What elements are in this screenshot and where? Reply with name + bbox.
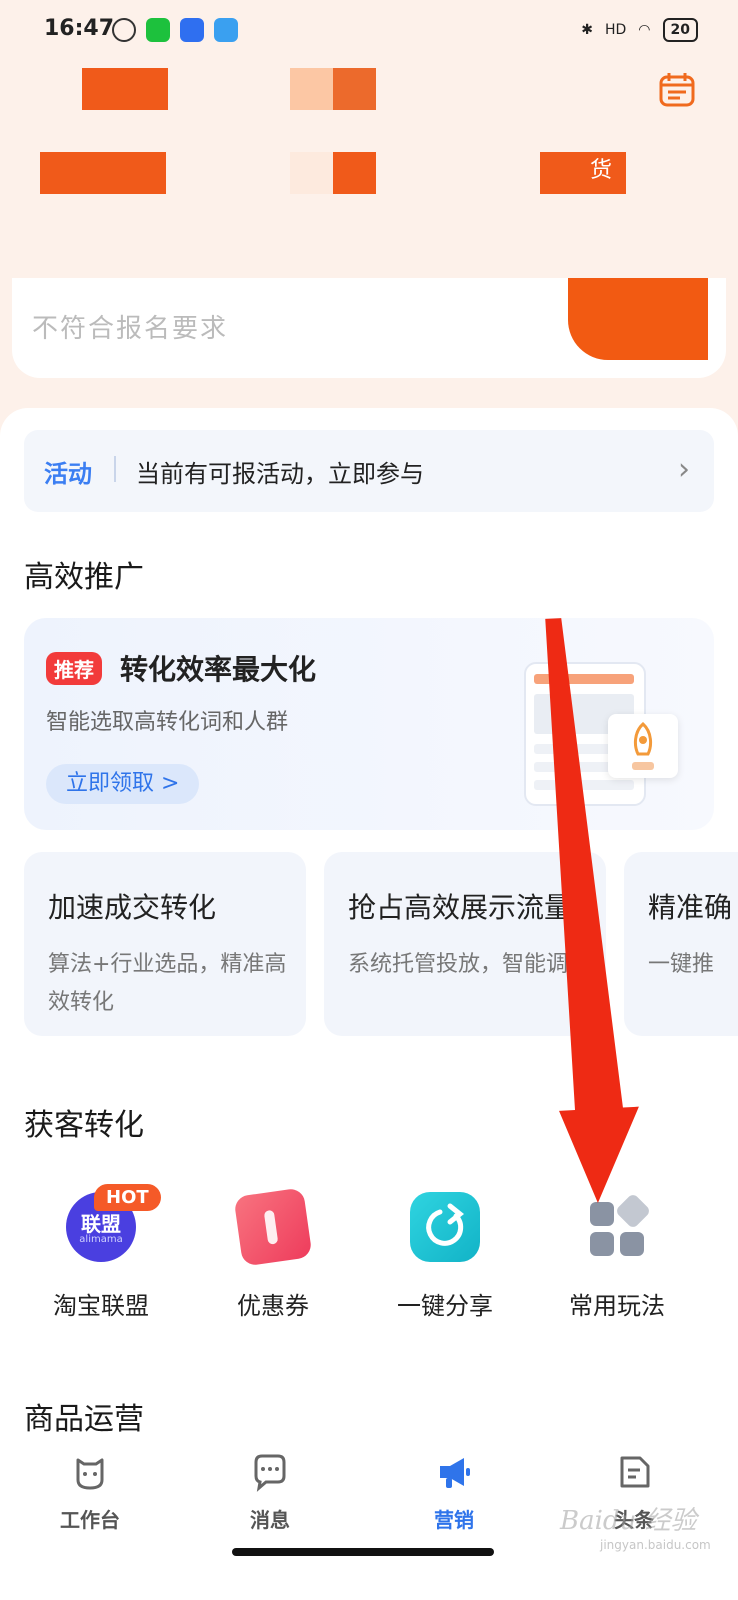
blurred-header-text: 货 bbox=[590, 158, 613, 183]
shield-app-icon bbox=[180, 18, 204, 42]
alliance-logo-subtext: alimama bbox=[79, 1234, 123, 1245]
feature-title: 抢占高效展示流量 bbox=[348, 891, 573, 924]
blurred-header-block bbox=[290, 68, 376, 110]
status-bar: 16:47 ✱ HD ◠ 20 bbox=[0, 0, 738, 64]
blurred-header-block bbox=[82, 68, 168, 110]
blurred-header-block bbox=[40, 152, 166, 194]
message-icon bbox=[254, 1454, 286, 1492]
battery-icon: 20 bbox=[662, 18, 698, 42]
nav-label: 消息 bbox=[250, 1508, 290, 1532]
tool-label: 一键分享 bbox=[397, 1292, 493, 1320]
divider bbox=[114, 456, 116, 482]
activity-banner[interactable]: 活动 当前有可报活动，立即参与 › bbox=[24, 430, 714, 512]
grid-apps-icon bbox=[582, 1192, 652, 1262]
feature-card[interactable]: 抢占高效展示流量 系统托管投放，智能调优 bbox=[324, 852, 606, 1036]
feature-title: 加速成交转化 bbox=[48, 891, 217, 924]
workbench-icon bbox=[76, 1458, 104, 1490]
rocket-popup-illustration bbox=[608, 714, 678, 778]
marketing-megaphone-icon bbox=[440, 1458, 470, 1488]
calendar-icon[interactable] bbox=[658, 70, 696, 108]
coupon-icon-mark bbox=[263, 1209, 279, 1245]
feature-desc: 一键推 bbox=[648, 952, 715, 977]
nav-label: 工作台 bbox=[60, 1508, 120, 1532]
nav-workbench[interactable]: 工作台 bbox=[20, 1452, 160, 1533]
signal-icon: HD bbox=[604, 22, 627, 38]
alarm-icon bbox=[112, 18, 136, 42]
alliance-logo-text: 联盟 bbox=[81, 1212, 121, 1236]
search-text: 不符合报名要求 bbox=[32, 314, 229, 344]
grid-tile bbox=[620, 1232, 644, 1256]
blurred-header-block bbox=[290, 152, 376, 194]
rocket-icon bbox=[632, 721, 654, 770]
bluetooth-icon: ✱ bbox=[581, 22, 593, 38]
home-indicator[interactable] bbox=[232, 1548, 494, 1556]
activity-tag: 活动 bbox=[44, 460, 92, 488]
tool-share[interactable]: 一键分享 bbox=[360, 1192, 530, 1321]
tool-label: 淘宝联盟 bbox=[53, 1292, 149, 1320]
feature-desc: 算法+行业选品，精准高效转化 bbox=[48, 952, 287, 1015]
wechat-icon bbox=[146, 18, 170, 42]
feature-card[interactable]: 精准确 一键推 bbox=[624, 852, 738, 1036]
watermark-url: jingyan.baidu.com bbox=[600, 1538, 711, 1552]
cloud-app-icon bbox=[214, 18, 238, 42]
promo-banner[interactable]: 推荐 转化效率最大化 智能选取高转化词和人群 立即领取 > bbox=[24, 618, 714, 830]
activity-text: 当前有可报活动，立即参与 bbox=[136, 460, 424, 488]
grid-tile bbox=[614, 1192, 652, 1230]
tool-label: 优惠券 bbox=[237, 1292, 309, 1320]
feature-card[interactable]: 加速成交转化 算法+行业选品，精准高效转化 bbox=[24, 852, 306, 1036]
grid-tile bbox=[590, 1202, 614, 1226]
headlines-icon bbox=[620, 1456, 650, 1488]
share-icon bbox=[410, 1192, 480, 1262]
promo-subtitle: 智能选取高转化词和人群 bbox=[46, 710, 289, 735]
status-time: 16:47 bbox=[44, 16, 115, 41]
tool-label: 常用玩法 bbox=[569, 1292, 665, 1320]
hot-badge: HOT bbox=[94, 1184, 161, 1211]
tool-common-play[interactable]: 常用玩法 bbox=[532, 1192, 702, 1321]
coupon-icon bbox=[233, 1187, 313, 1267]
section-title-efficient-promo: 高效推广 bbox=[24, 560, 144, 595]
feature-title: 精准确 bbox=[648, 891, 733, 924]
search-button[interactable] bbox=[568, 278, 708, 360]
watermark: Baidu 经验 bbox=[560, 1506, 697, 1536]
blurred-header-block: 货 bbox=[540, 152, 626, 194]
tool-taobao-alliance[interactable]: 联盟 alimama 淘宝联盟 bbox=[16, 1192, 186, 1321]
wifi-icon: ◠ bbox=[638, 22, 651, 38]
grid-tile bbox=[590, 1232, 614, 1256]
tool-coupon[interactable]: 优惠券 bbox=[188, 1187, 358, 1321]
section-title-product-ops: 商品运营 bbox=[24, 1402, 144, 1437]
marketing-panel: 活动 当前有可报活动，立即参与 › 高效推广 推荐 转化效率最大化 智能选取高转… bbox=[0, 408, 738, 1448]
search-bar[interactable]: 不符合报名要求 bbox=[12, 278, 726, 378]
feature-desc: 系统托管投放，智能调优 bbox=[348, 952, 591, 977]
chevron-right-icon: › bbox=[678, 452, 690, 487]
nav-label: 营销 bbox=[434, 1508, 474, 1532]
nav-marketing[interactable]: 营销 bbox=[384, 1452, 524, 1533]
claim-now-button[interactable]: 立即领取 > bbox=[46, 764, 200, 804]
notification-icons bbox=[112, 18, 238, 42]
section-title-acquire: 获客转化 bbox=[24, 1108, 144, 1143]
nav-messages[interactable]: 消息 bbox=[200, 1452, 340, 1533]
promo-title: 转化效率最大化 bbox=[120, 653, 317, 686]
recommend-badge: 推荐 bbox=[46, 652, 102, 685]
share-arrow-icon bbox=[426, 1203, 465, 1246]
